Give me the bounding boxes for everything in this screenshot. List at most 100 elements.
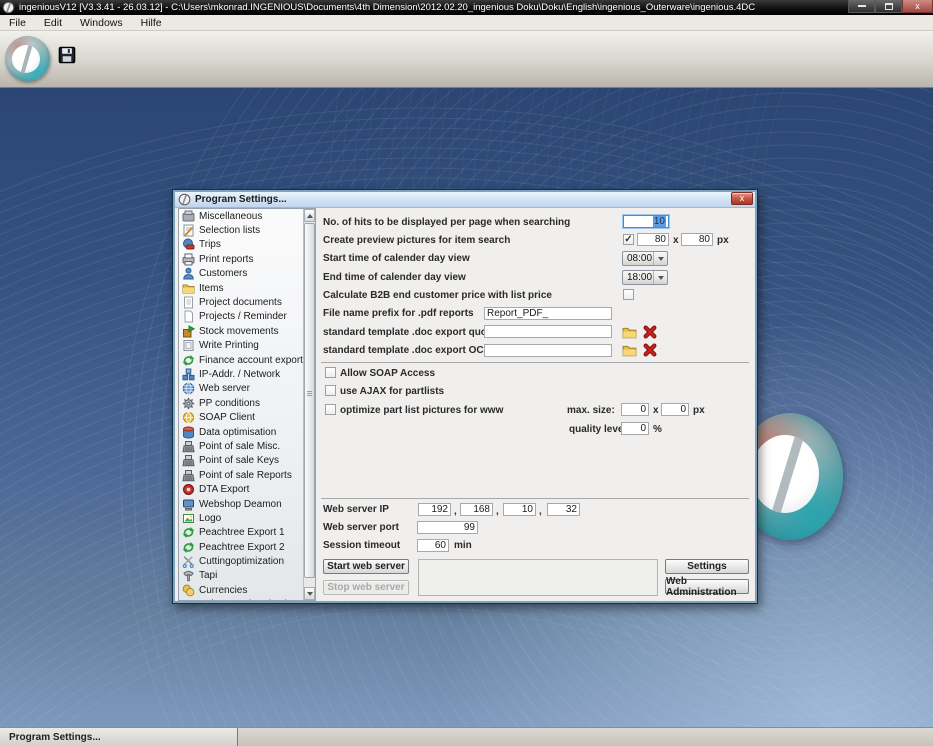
sidebar-item[interactable]: Write Printing [179, 339, 303, 353]
menu-hilfe[interactable]: Hilfe [132, 15, 171, 31]
sidebar-item[interactable]: Point of sale Keys [179, 454, 303, 468]
sync-icon [182, 354, 195, 367]
start-time-dropdown[interactable]: 08:00 [622, 251, 668, 266]
sidebar-item[interactable]: IP-Addr. / Network [179, 367, 303, 381]
menu-edit[interactable]: Edit [35, 15, 71, 31]
browse-folder-icon[interactable] [622, 325, 638, 339]
ip-field-1[interactable]: 192 [418, 503, 451, 516]
sidebar-item[interactable]: Selection lists [179, 223, 303, 237]
menubar: File Edit Windows Hilfe [0, 15, 933, 31]
soap-checkbox[interactable] [325, 367, 336, 378]
ip-field-2[interactable]: 168 [460, 503, 493, 516]
stock-movements-icon [182, 324, 195, 338]
network-icon [182, 368, 195, 381]
hits-field[interactable]: 10 [623, 215, 669, 228]
sidebar-item[interactable]: Project documents [179, 295, 303, 309]
ip-field-3[interactable]: 10 [503, 503, 536, 516]
sidebar-item-label: Print reports [199, 253, 254, 265]
max-unit-label: px [693, 405, 705, 416]
dialog-title: Program Settings... [195, 194, 287, 205]
close-button[interactable]: x [902, 0, 933, 13]
tpl-oc-field[interactable] [484, 344, 612, 357]
logo-icon [182, 512, 195, 525]
dialog-close-button[interactable]: x [731, 191, 753, 205]
hits-label: No. of hits to be displayed per page whe… [323, 217, 571, 228]
sidebar-item[interactable]: SOAP Client [179, 410, 303, 424]
ip-dot: , [454, 506, 457, 517]
start-web-server-button[interactable]: Start web server [323, 559, 409, 574]
end-time-label: End time of calender day view [323, 272, 466, 283]
dta-export-icon [182, 483, 195, 496]
sidebar-item[interactable]: Customers [179, 267, 303, 281]
end-time-dropdown[interactable]: 18:00 [622, 270, 668, 285]
port-field[interactable]: 99 [417, 521, 478, 534]
dialog-titlebar[interactable]: Program Settings... [175, 192, 755, 208]
sidebar-item[interactable]: Web server [179, 382, 303, 396]
tpl-quotation-field[interactable] [484, 325, 612, 338]
scroll-up-icon[interactable] [304, 209, 315, 222]
taskbar-item-program-settings[interactable]: Program Settings... [0, 728, 238, 746]
webshop-icon [182, 498, 195, 511]
start-time-label: Start time of calender day view [323, 253, 470, 264]
sidebar-item[interactable]: Tapi [179, 569, 303, 583]
sidebar-item[interactable]: Print reports [179, 252, 303, 266]
sidebar-item[interactable]: Finance account export [179, 353, 303, 367]
optimize-checkbox[interactable] [325, 404, 336, 415]
minimize-icon [857, 5, 866, 7]
sidebar-item[interactable]: Stock movements [179, 324, 303, 338]
sidebar-item[interactable]: PP conditions [179, 396, 303, 410]
sidebar-item[interactable]: Point of sale Reports [179, 468, 303, 482]
settings-button[interactable]: Settings [665, 559, 749, 574]
max-height-field[interactable]: 0 [661, 403, 689, 416]
delete-icon[interactable] [643, 343, 659, 357]
project-documents-icon [182, 296, 195, 309]
preview-height-field[interactable]: 80 [681, 233, 713, 246]
sidebar-item[interactable]: DTA Export [179, 482, 303, 496]
scrollbar-thumb[interactable] [304, 223, 315, 578]
quality-field[interactable]: 0 [621, 422, 649, 435]
minimize-button[interactable] [848, 0, 875, 13]
sidebar-scrollbar[interactable] [303, 209, 315, 600]
preview-checkbox[interactable] [623, 234, 634, 245]
sidebar-item-label: IP-Addr. / Network [199, 368, 281, 380]
print-reports-icon [182, 253, 195, 266]
scroll-down-icon[interactable] [304, 587, 315, 600]
pos-icon [182, 440, 195, 453]
sidebar-item-label: Sales Synchronisation [199, 599, 298, 600]
sidebar-item-label: Point of sale Keys [199, 455, 280, 467]
menu-file[interactable]: File [0, 15, 35, 31]
sidebar-item[interactable]: Peachtree Export 1 [179, 526, 303, 540]
sidebar-item[interactable]: Sales Synchronisation [179, 598, 303, 600]
timeout-field[interactable]: 60 [417, 539, 449, 552]
ajax-checkbox[interactable] [325, 385, 336, 396]
close-icon: x [915, 1, 920, 11]
folder-icon [182, 598, 195, 600]
sidebar-item[interactable]: Miscellaneous [179, 209, 303, 223]
delete-icon[interactable] [643, 325, 659, 339]
ip-field-4[interactable]: 32 [547, 503, 580, 516]
tapi-icon [182, 569, 195, 582]
preview-width-field[interactable]: 80 [637, 233, 669, 246]
sidebar-item[interactable]: Logo [179, 511, 303, 525]
save-button[interactable] [56, 46, 78, 68]
browse-folder-icon[interactable] [622, 343, 638, 357]
selection-lists-icon [182, 224, 195, 237]
sidebar-item[interactable]: Cuttingoptimization [179, 554, 303, 569]
sidebar-item[interactable]: Peachtree Export 2 [179, 540, 303, 554]
maximize-button[interactable] [875, 0, 902, 13]
menu-windows[interactable]: Windows [71, 15, 132, 31]
sidebar-item[interactable]: Currencies [179, 583, 303, 597]
web-administration-button[interactable]: Web Administration [665, 576, 749, 598]
sidebar-item[interactable]: Trips [179, 238, 303, 252]
sidebar-item[interactable]: Data optimisation [179, 425, 303, 439]
sidebar-item[interactable]: Projects / Reminder [179, 310, 303, 324]
b2b-checkbox[interactable] [623, 289, 634, 300]
max-width-field[interactable]: 0 [621, 403, 649, 416]
projects-reminder-icon [182, 310, 195, 323]
pdf-prefix-field[interactable]: Report_PDF_ [484, 307, 612, 320]
sidebar-item[interactable]: Point of sale Misc. [179, 439, 303, 453]
sidebar-item-label: Trips [199, 239, 221, 251]
sidebar-item[interactable]: Webshop Deamon [179, 497, 303, 511]
sidebar-item[interactable]: Items [179, 281, 303, 295]
misc-icon [182, 210, 195, 223]
